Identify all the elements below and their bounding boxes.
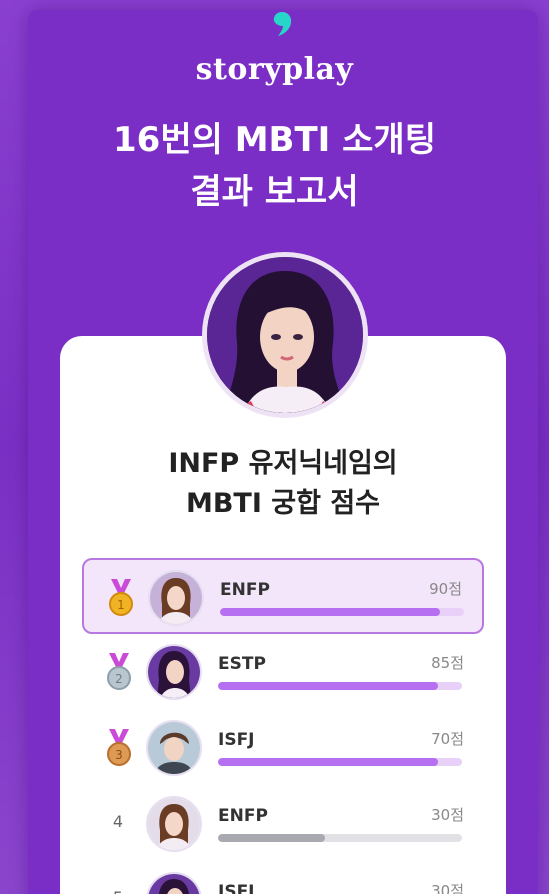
female-avatar-purple-hair <box>146 644 202 700</box>
svg-text:1: 1 <box>117 598 125 612</box>
ranking-list: 1 ENFP 90점 2 ESTP 85점 3 ISFJ 70점 4 ENFP … <box>82 558 484 894</box>
score-value: 85점 <box>431 654 464 672</box>
rank-number: 4 <box>112 812 124 831</box>
score-value: 30점 <box>431 806 464 824</box>
silver-medal-icon: 2 <box>102 652 136 692</box>
ranking-row-2[interactable]: 2 ESTP 85점 <box>82 634 484 710</box>
title-line-2: 결과 보고서 <box>190 172 359 212</box>
subtitle-line-1: INFP 유저닉네임의 <box>168 448 398 479</box>
female-avatar-purple-hair <box>146 872 202 894</box>
score-bar-fill <box>218 834 326 842</box>
profile-avatar <box>202 252 368 418</box>
compatibility-heading: INFP 유저닉네임의 MBTI 궁합 점수 <box>60 444 506 524</box>
rank-number: 5 <box>108 888 128 894</box>
mbti-type: ESTP <box>218 654 266 674</box>
female-avatar-brown-hair <box>148 570 204 626</box>
score-bar-fill <box>218 682 438 690</box>
ranking-row-3[interactable]: 3 ISFJ 70점 <box>82 710 484 786</box>
gold-medal-icon: 1 <box>104 578 138 618</box>
female-portrait-icon <box>207 257 363 413</box>
score-value: 30점 <box>431 882 464 894</box>
subtitle-line-2: MBTI 궁합 점수 <box>185 488 381 519</box>
svg-text:2: 2 <box>115 672 123 686</box>
score-value: 70점 <box>431 730 464 748</box>
page-title: 16번의 MBTI 소개팅 결과 보고서 <box>0 114 549 218</box>
male-avatar-brown-hair <box>146 720 202 776</box>
score-bar <box>218 682 462 690</box>
mbti-type: ISFJ <box>218 882 255 894</box>
ranking-row-5[interactable]: 5 ISFJ 30점 <box>82 862 484 894</box>
mbti-type: ENFP <box>220 580 270 600</box>
ranking-row-1[interactable]: 1 ENFP 90점 <box>82 558 484 634</box>
ranking-row-4[interactable]: 4 ENFP 30점 <box>82 786 484 862</box>
score-bar-fill <box>218 758 438 766</box>
score-bar-fill <box>220 608 440 616</box>
title-line-1: 16번의 MBTI 소개팅 <box>113 120 436 160</box>
score-bar <box>218 758 462 766</box>
mbti-type: ISFJ <box>218 730 255 750</box>
mbti-type: ENFP <box>218 806 268 826</box>
brand-logo: storyplay <box>195 52 354 87</box>
brand-mark-icon <box>273 12 292 36</box>
score-bar <box>220 608 464 616</box>
female-avatar-brown-hair <box>146 796 202 852</box>
bronze-medal-icon: 3 <box>102 728 136 768</box>
svg-text:3: 3 <box>115 748 123 762</box>
score-value: 90점 <box>429 580 462 598</box>
score-bar <box>218 834 462 842</box>
